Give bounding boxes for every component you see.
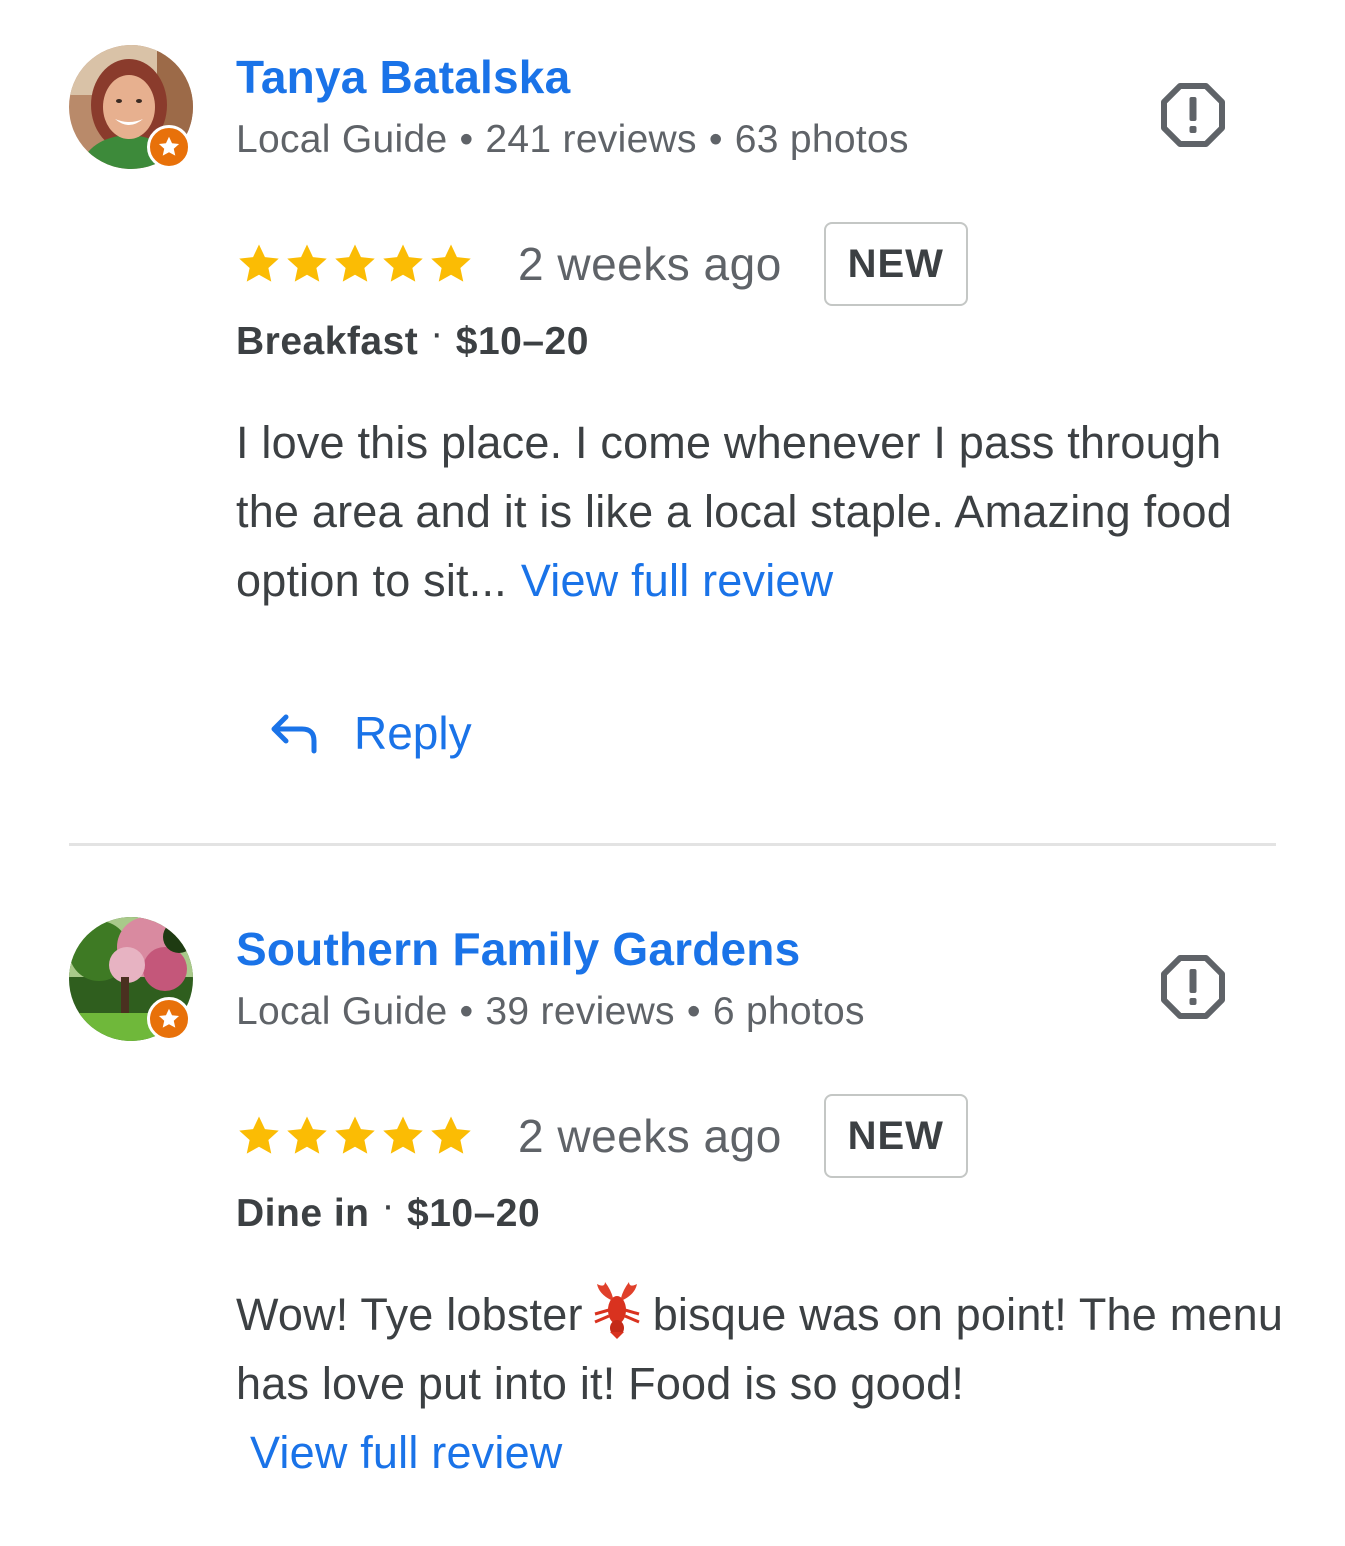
meta-separator: • [459,990,474,1033]
author-name[interactable]: Tanya Batalska [236,50,570,104]
local-guide-badge-icon [147,125,191,169]
local-guide-label: Local Guide [236,118,448,161]
flag-review-icon[interactable] [1160,954,1226,1020]
review-time: 2 weeks ago [518,1110,782,1162]
meta-separator: • [686,990,701,1033]
view-full-review-link[interactable]: View full review [521,555,834,606]
star-icon [284,1113,330,1159]
reply-arrow-icon [271,714,317,754]
star-icon [428,241,474,287]
star-icon [332,1113,378,1159]
meal-separator: · [381,1184,396,1227]
review-count: 39 reviews [485,990,675,1033]
reply-button[interactable]: Reply [268,706,472,760]
new-badge: NEW [823,222,968,306]
review-time: 2 weeks ago [518,238,782,290]
review-card: Tanya Batalska Local Guide • 241 reviews • 6… [0,0,1345,846]
avatar[interactable] [69,45,193,169]
photo-count: 6 photos [712,990,865,1033]
view-full-review-link[interactable]: View full review [250,1427,563,1478]
rating-row: 2 weeks ago NEW [236,222,968,306]
star-rating [236,1113,474,1159]
star-icon [332,241,378,287]
star-icon [380,241,426,287]
author-name[interactable]: Southern Family Gardens [236,922,800,976]
photo-count: 63 photos [734,118,909,161]
avatar[interactable] [69,917,193,1041]
meta-separator: • [708,118,723,161]
star-icon [236,1113,282,1159]
star-icon [236,241,282,287]
meta-separator: • [459,118,474,161]
local-guide-badge-icon [147,997,191,1041]
price-range: $10–20 [455,320,589,363]
reply-label: Reply [354,707,472,759]
review-card: Southern Family Gardens Local Guide • 39 r… [0,872,1345,1546]
new-badge: NEW [823,1094,968,1178]
flag-review-icon[interactable] [1160,82,1226,148]
divider [69,843,1276,846]
meal-type: Breakfast [236,320,419,363]
review-text: I love this place. I come whenever I pas… [236,408,1296,615]
review-text: Wow! Tye lobster bisque was on point! Th… [236,1280,1296,1487]
lobster-emoji [594,1282,640,1339]
meal-type: Dine in [236,1192,370,1235]
local-guide-label: Local Guide [236,990,448,1033]
review-count: 241 reviews [485,118,697,161]
star-icon [284,241,330,287]
price-range: $10–20 [407,1192,541,1235]
star-icon [380,1113,426,1159]
rating-row: 2 weeks ago NEW [236,1094,968,1178]
meal-info: Dine in · $10–20 [236,1184,541,1236]
author-meta: Local Guide • 241 reviews • 63 photos [236,118,909,162]
author-meta: Local Guide • 39 reviews • 6 photos [236,990,865,1034]
review-body: Wow! Tye lobster [236,1289,583,1340]
star-rating [236,241,474,287]
meal-info: Breakfast · $10–20 [236,312,589,364]
star-icon [428,1113,474,1159]
meal-separator: · [430,312,444,355]
